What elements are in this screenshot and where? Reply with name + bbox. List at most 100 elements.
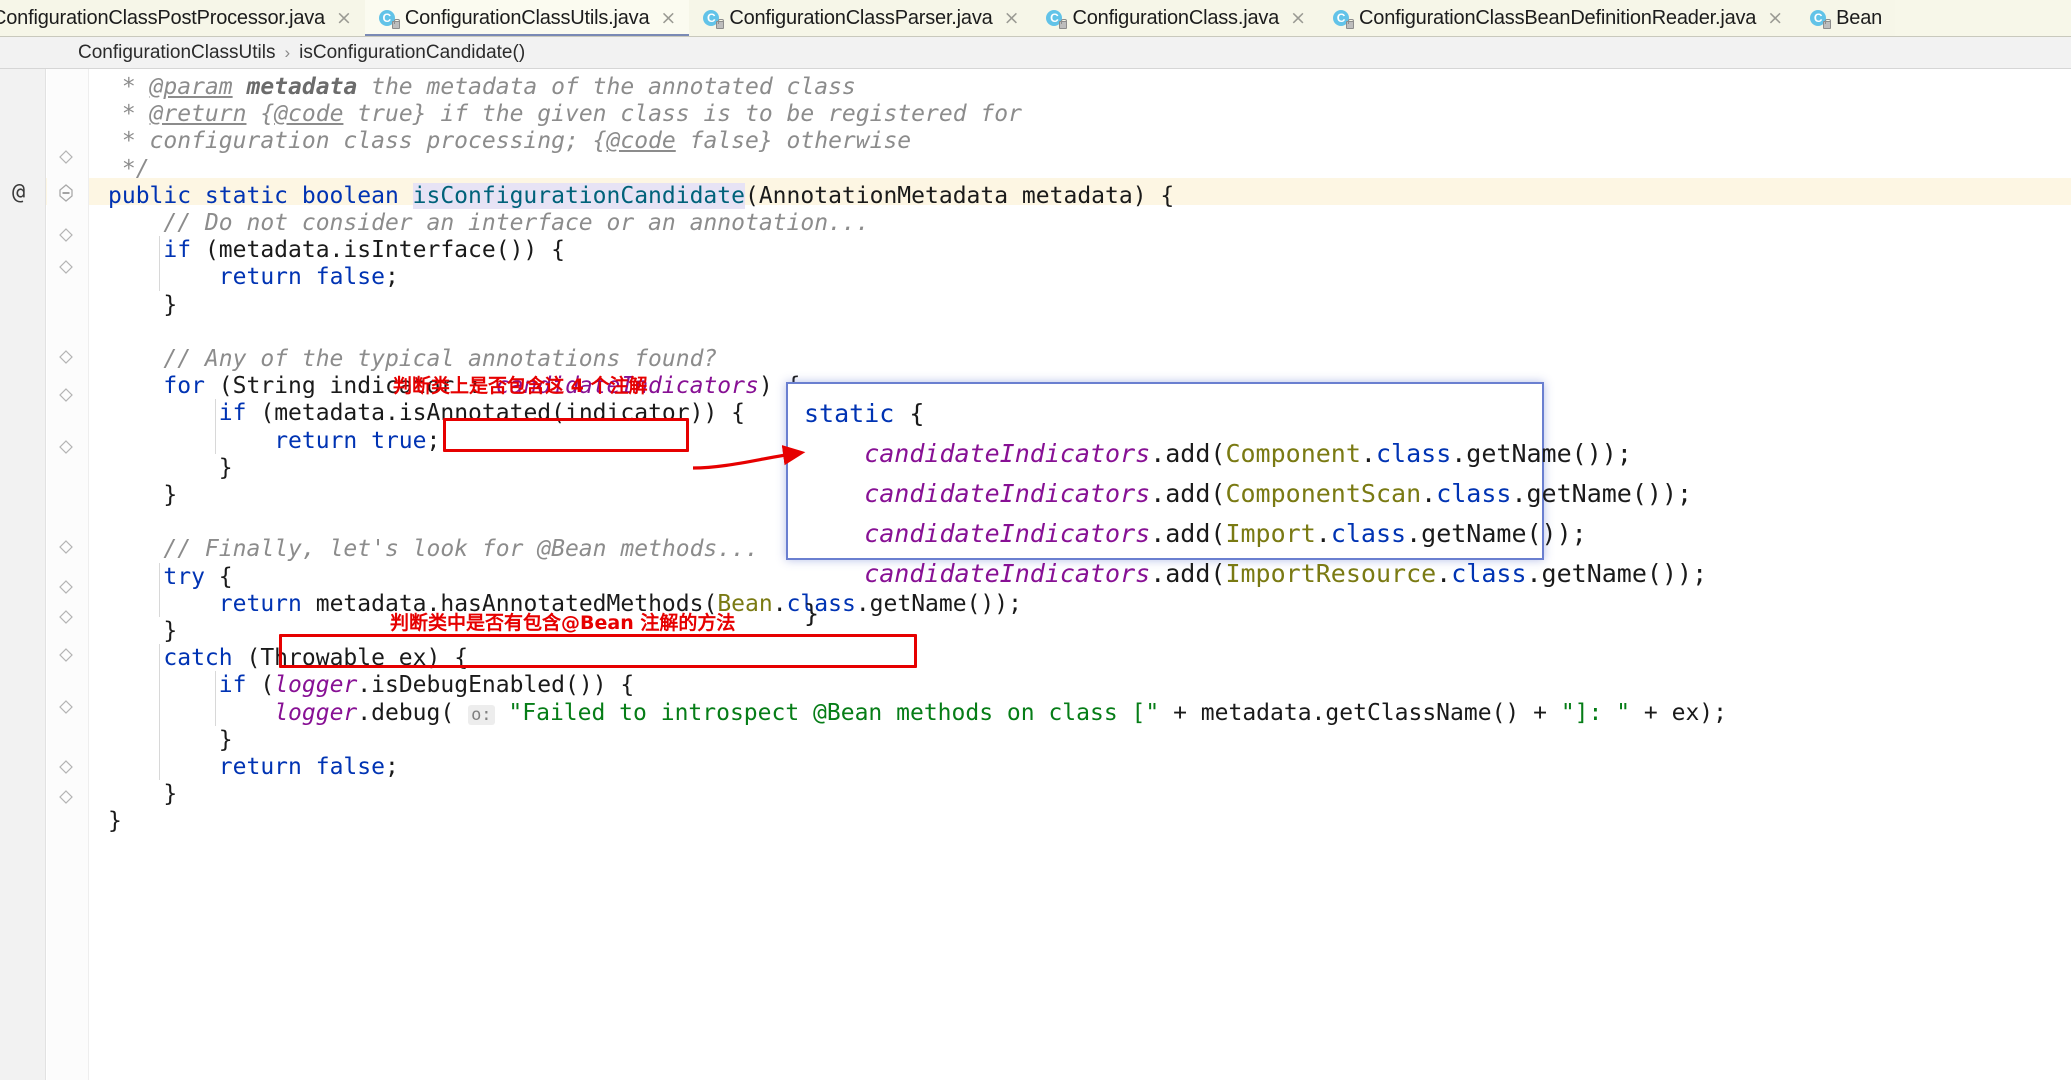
popup-code-line: candidateIndicators.add(Import.class.get… (788, 514, 1587, 554)
code-fold-icon[interactable] (58, 184, 76, 202)
java-class-icon: C (1810, 9, 1832, 29)
breadcrumb-method[interactable]: isConfigurationCandidate() (299, 42, 525, 64)
code-text: .add( (1150, 559, 1226, 588)
code-classname: Component (1225, 439, 1361, 468)
editor-tab-label: ConfigurationClassPostProcessor.java (0, 7, 325, 29)
code-keyword: return false (218, 264, 385, 291)
annotation-gutter[interactable] (0, 69, 46, 1080)
editor-tab-label: ConfigurationClass.java (1072, 7, 1280, 29)
code-text: } (108, 808, 122, 835)
code-text: + ex); (1630, 699, 1727, 726)
code-text: .getName()); (1526, 559, 1708, 588)
close-icon[interactable]: × (1004, 9, 1020, 28)
code-keyword: class (1436, 479, 1512, 508)
code-text: .debug( (357, 699, 469, 726)
parameter-hint: o: (468, 704, 495, 725)
code-text: ; (384, 264, 399, 291)
code-fold-icon[interactable] (58, 610, 76, 628)
code-text: } (163, 781, 178, 808)
code-text: .add( (1150, 439, 1226, 468)
code-fold-icon[interactable] (58, 150, 76, 168)
code-field: candidateIndicators (804, 519, 1151, 548)
java-class-icon: C (378, 9, 400, 29)
code-text: { (909, 399, 925, 428)
code-fold-icon[interactable] (58, 540, 76, 558)
java-class-icon: C (703, 9, 725, 29)
code-line[interactable]: } (163, 776, 177, 812)
code-keyword: if (163, 237, 205, 264)
code-keyword: class (1451, 559, 1527, 588)
code-fold-icon[interactable] (58, 260, 76, 278)
indent-guide (159, 562, 161, 617)
code-text: } (218, 454, 233, 481)
code-fold-icon[interactable] (58, 648, 76, 666)
java-class-icon: C (1046, 9, 1068, 29)
breadcrumb-class[interactable]: ConfigurationClassUtils (78, 42, 275, 64)
editor-tab[interactable]: C ConfigurationClassParser.java × (689, 0, 1033, 36)
code-text: .getName()); (1406, 519, 1587, 548)
popup-code-line: candidateIndicators.add(ImportResource.c… (788, 554, 1707, 594)
code-classname: ComponentScan (1225, 479, 1422, 508)
editor-tab[interactable]: C Bean (1796, 0, 1896, 36)
code-line[interactable]: logger.debug( o: "Failed to introspect @… (274, 695, 1727, 731)
code-field: logger (274, 699, 358, 726)
code-text: .getName()); (1451, 439, 1632, 468)
popup-code-line: } (788, 594, 1542, 634)
editor-tab[interactable]: C ConfigurationClassUtils.java × (364, 0, 690, 36)
close-icon[interactable]: × (660, 9, 676, 28)
code-line[interactable]: } (163, 477, 177, 513)
code-line[interactable]: * configuration class processing; {@code… (108, 123, 911, 159)
close-icon[interactable]: × (1290, 9, 1306, 28)
editor-tab-label: Bean (1836, 7, 1883, 29)
editor-tab-label: ConfigurationClassUtils.java (404, 7, 650, 29)
breadcrumb: ConfigurationClassUtils › isConfiguratio… (0, 37, 2071, 69)
code-fold-icon[interactable] (58, 388, 76, 406)
code-keyword: return false (218, 754, 385, 780)
code-folding-gutter[interactable] (47, 69, 89, 1080)
code-line[interactable]: // Finally, let's look for @Bean methods… (163, 531, 758, 567)
code-fold-icon[interactable] (58, 440, 76, 458)
code-comment: // Finally, let's look for @Bean methods… (163, 536, 759, 563)
editor-tab-bar[interactable]: ConfigurationClassPostProcessor.java × C Co… (0, 0, 2071, 37)
code-line[interactable]: } (163, 287, 177, 323)
indent-guide (214, 671, 216, 726)
code-line[interactable]: return true; (274, 423, 440, 459)
code-fold-icon[interactable] (58, 790, 76, 808)
code-fold-icon[interactable] (58, 228, 76, 246)
annotation-marker[interactable]: @ (12, 180, 25, 205)
code-keyword: return (218, 590, 316, 617)
code-line[interactable]: return false; (219, 259, 399, 295)
editor-tab[interactable]: C ConfigurationClass.java × (1032, 0, 1320, 36)
code-text: } (163, 482, 178, 508)
code-keyword: try (163, 563, 219, 590)
code-text: .add( (1150, 519, 1226, 548)
code-field: candidateIndicators (804, 479, 1151, 508)
code-text: .add( (1150, 479, 1226, 508)
popup-code-line: candidateIndicators.add(Component.class.… (788, 434, 1632, 474)
indent-guide (159, 236, 161, 291)
code-line[interactable]: } (108, 803, 122, 839)
code-text: } (804, 599, 820, 628)
editor-tab[interactable]: C ConfigurationClassBeanDefinitionReader.… (1319, 0, 1797, 36)
code-field: candidateIndicators (804, 439, 1151, 468)
close-icon[interactable]: × (336, 9, 352, 28)
close-icon[interactable]: × (1767, 9, 1783, 28)
code-line[interactable]: return false; (219, 749, 399, 785)
code-text: .getName()); (1511, 479, 1693, 508)
code-keyword: class (1375, 439, 1452, 468)
code-javadoc-tag: @code (606, 128, 676, 155)
static-block-callout-popup: static { candidateIndicators.add(Compone… (786, 382, 1707, 628)
code-fold-icon[interactable] (58, 580, 76, 598)
code-string: "Failed to introspect @Bean methods on c… (508, 699, 1160, 726)
code-fold-icon[interactable] (58, 700, 76, 718)
indent-guide (159, 644, 161, 781)
code-text: . (1436, 559, 1452, 588)
code-editor[interactable]: * @param metadata the metadata of the an… (0, 69, 2071, 1080)
note-bean-methods: 判断类中是否有包含@Bean 注解的方法 (390, 612, 736, 634)
code-text: ; (384, 754, 399, 780)
code-line[interactable]: } (219, 450, 233, 486)
code-fold-icon[interactable] (58, 350, 76, 368)
code-fold-icon[interactable] (58, 760, 76, 778)
editor-tab[interactable]: ConfigurationClassPostProcessor.java × (0, 0, 365, 36)
editor-tab-label: ConfigurationClassParser.java (729, 7, 993, 29)
